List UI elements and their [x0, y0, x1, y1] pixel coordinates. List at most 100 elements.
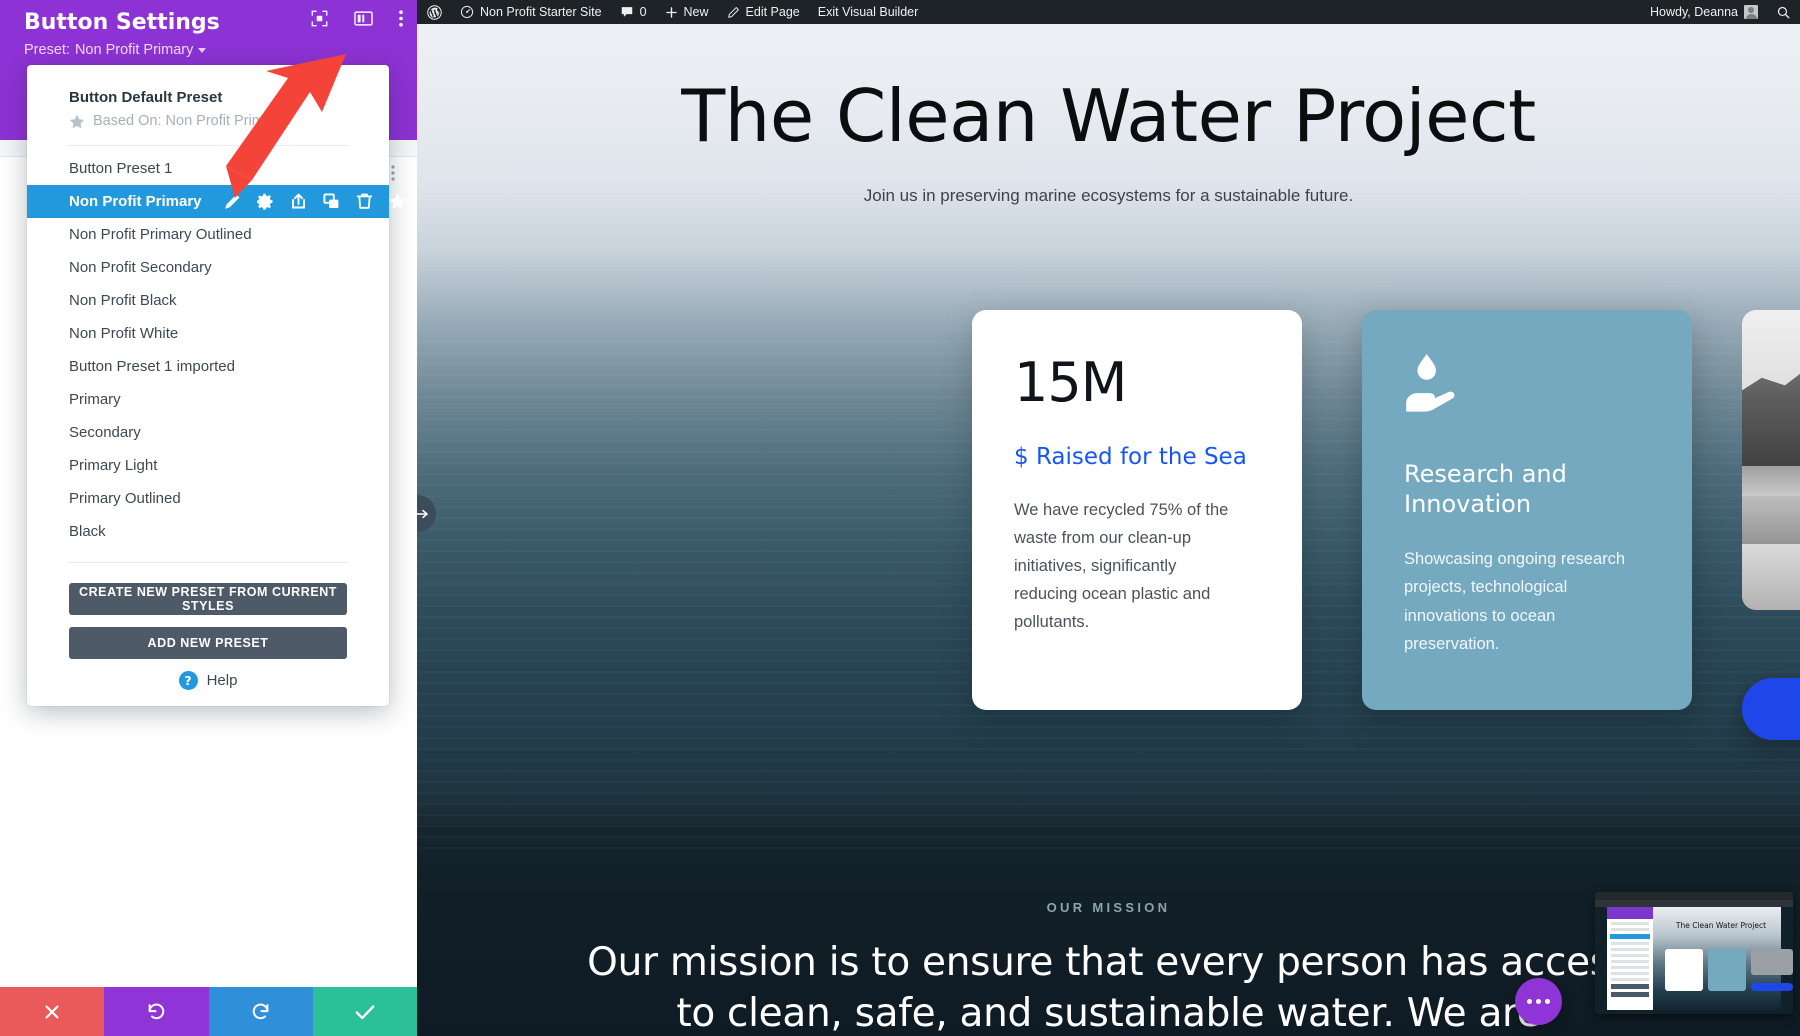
cancel-button[interactable]	[0, 987, 105, 1036]
preset-item-primary-outlined[interactable]: Primary Outlined	[27, 482, 389, 515]
edit-page-label: Edit Page	[745, 5, 800, 19]
preset-item-primary[interactable]: Primary	[27, 383, 389, 416]
howdy-menu[interactable]: Howdy, Deanna	[1641, 0, 1767, 24]
wp-logo-button[interactable]	[417, 0, 451, 24]
gear-icon[interactable]	[256, 193, 274, 210]
redo-icon	[252, 1003, 268, 1019]
dot-2	[1536, 999, 1541, 1004]
pip-stage: The Clean Water Project	[1607, 907, 1793, 1010]
comments-menu[interactable]: 0	[611, 0, 656, 24]
checkmark-icon	[355, 1004, 375, 1019]
based-on-label: Based On: Non Profit Primary	[93, 113, 284, 129]
preset-item-primary-light[interactable]: Primary Light	[27, 449, 389, 482]
site-preview: Non Profit Starter Site 0 New Edit Page	[417, 0, 1800, 1036]
preset-selector[interactable]: Preset: Non Profit Primary	[24, 42, 207, 58]
create-new-preset-button[interactable]: CREATE NEW PRESET FROM CURRENT STYLES	[69, 583, 347, 615]
wordpress-logo-icon	[427, 4, 442, 20]
preset-list: Button Preset 1 Non Profit Primary Non Pro…	[27, 152, 405, 548]
dropdown-divider-bottom	[67, 562, 349, 563]
pip-card-1	[1665, 949, 1703, 991]
kebab-menu-icon[interactable]	[399, 10, 403, 27]
preset-item-label: Non Profit Secondary	[69, 259, 212, 276]
preset-item-label: Secondary	[69, 424, 141, 441]
default-preset-based-on: Based On: Non Profit Primary	[69, 113, 347, 129]
preset-item-label: Button Preset 1	[69, 160, 173, 177]
preset-item-label: Primary Outlined	[69, 490, 181, 507]
plus-icon	[665, 6, 677, 18]
cards-row: 15M $ Raised for the Sea We have recycle…	[487, 310, 1800, 740]
preset-item-button-preset-1-imported[interactable]: Button Preset 1 imported	[27, 350, 389, 383]
preset-dropdown: Button Default Preset Based On: Non Prof…	[27, 65, 405, 706]
dot-3	[1545, 999, 1550, 1004]
default-preset-block[interactable]: Button Default Preset Based On: Non Prof…	[27, 81, 389, 131]
screen: Non Profit Starter Site 0 New Edit Page	[0, 0, 1800, 1036]
kebab-menu-icon[interactable]	[391, 165, 395, 181]
panel-header-icons	[311, 10, 403, 27]
new-content-menu[interactable]: New	[656, 0, 718, 24]
exit-builder-label: Exit Visual Builder	[817, 5, 919, 19]
preset-row-actions	[224, 193, 406, 210]
duplicate-icon[interactable]	[322, 193, 340, 210]
button-settings-panel: er Button Settings Preset: Non Profit Pr…	[0, 0, 417, 1036]
star-icon[interactable]	[389, 193, 406, 210]
pip-browser-bar	[1595, 892, 1793, 900]
preset-item-label: Non Profit Black	[69, 292, 177, 309]
preset-item-label: Primary	[69, 391, 121, 408]
wp-admin-bar: Non Profit Starter Site 0 New Edit Page	[417, 0, 1800, 24]
pencil-icon	[727, 6, 739, 18]
question-mark-icon: ?	[178, 671, 198, 690]
admin-search-button[interactable]	[1767, 0, 1800, 24]
howdy-label: Howdy, Deanna	[1649, 5, 1738, 19]
edit-page-menu[interactable]: Edit Page	[718, 0, 809, 24]
edit-pencil-icon[interactable]	[224, 193, 241, 210]
page-preview-thumbnail[interactable]: The Clean Water Project	[1595, 892, 1793, 1014]
site-name-menu[interactable]: Non Profit Starter Site	[451, 0, 611, 24]
exit-visual-builder-menu[interactable]: Exit Visual Builder	[809, 0, 928, 24]
more-options-fab[interactable]	[1515, 978, 1562, 1025]
preset-item-label: Black	[69, 523, 106, 540]
focus-target-icon[interactable]	[311, 10, 328, 27]
comment-bubble-icon	[621, 7, 632, 17]
add-new-preset-button[interactable]: ADD NEW PRESET	[69, 627, 347, 659]
export-icon[interactable]	[290, 193, 307, 210]
new-label: New	[683, 5, 709, 19]
coastal-photo-card	[1742, 310, 1800, 610]
save-button[interactable]	[312, 987, 417, 1036]
panel-layout-icon[interactable]	[354, 10, 373, 27]
preset-item-non-profit-primary-outlined[interactable]: Non Profit Primary Outlined	[27, 218, 389, 251]
preset-item-non-profit-black[interactable]: Non Profit Black	[27, 284, 389, 317]
preset-prefix-label: Preset:	[24, 42, 70, 58]
preset-item-secondary[interactable]: Secondary	[27, 416, 389, 449]
stat-card: 15M $ Raised for the Sea We have recycle…	[972, 310, 1302, 710]
trash-icon[interactable]	[356, 193, 373, 210]
preset-item-label: Primary Light	[69, 457, 158, 474]
preset-item-label: Non Profit Primary	[69, 193, 202, 210]
hero-title: The Clean Water Project	[681, 74, 1536, 158]
research-card-body: Showcasing ongoing research projects, te…	[1404, 550, 1626, 654]
undo-button[interactable]	[104, 987, 209, 1036]
hero-subtitle: Join us in preserving marine ecosystems …	[863, 186, 1354, 205]
stat-body-text: We have recycled 75% of the waste from o…	[1014, 501, 1229, 632]
pip-settings-panel	[1607, 907, 1653, 1010]
dashboard-icon	[460, 5, 474, 19]
preset-item-non-profit-white[interactable]: Non Profit White	[27, 317, 389, 350]
dot-1	[1527, 999, 1532, 1004]
coastal-town-beach-photo	[1742, 310, 1800, 610]
preset-item-non-profit-primary[interactable]: Non Profit Primary	[27, 185, 405, 218]
preset-item-black[interactable]: Black	[27, 515, 389, 548]
make-a-donation-button[interactable]: MAKE A DONATION	[1742, 678, 1800, 740]
preset-item-non-profit-secondary[interactable]: Non Profit Secondary	[27, 251, 389, 284]
dropdown-divider-top	[67, 145, 349, 146]
resize-horizontal-icon	[417, 509, 428, 518]
preset-item-button-preset-1[interactable]: Button Preset 1	[27, 152, 389, 185]
mission-statement: Our mission is to ensure that every pers…	[587, 940, 1630, 1036]
star-icon	[69, 114, 85, 128]
panel-action-bar	[0, 987, 417, 1036]
chevron-down-icon	[198, 47, 207, 53]
redo-button[interactable]	[208, 987, 313, 1036]
water-drop-in-hand-icon	[1406, 354, 1455, 412]
preset-current-name: Non Profit Primary	[74, 42, 194, 58]
help-link[interactable]: ? Help	[27, 671, 389, 696]
pip-title: The Clean Water Project	[1675, 921, 1767, 930]
stat-number: 15M	[1014, 351, 1127, 414]
